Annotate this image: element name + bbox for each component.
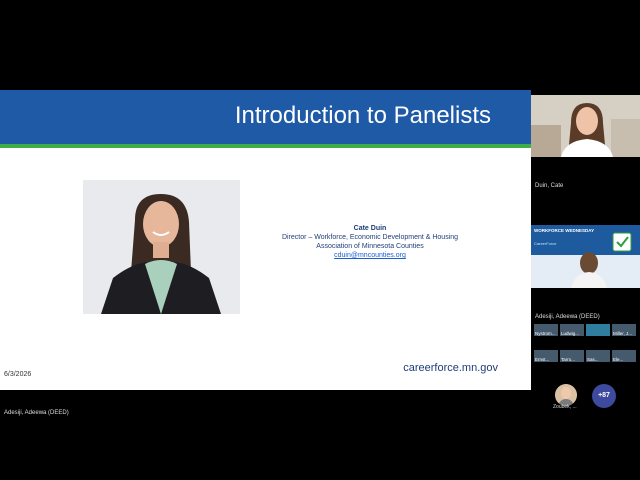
slide-title: Introduction to Panelists [234, 102, 491, 129]
participant-name-duin: Duin, Cate [535, 183, 564, 189]
avatar[interactable] [555, 384, 577, 406]
panelist-photo [83, 180, 240, 314]
grid-tile[interactable] [586, 324, 610, 336]
participant-sidebar: Duin, Cate WORKFORCE WEDNESDAY CareerFor… [531, 0, 640, 480]
panelist-email-link[interactable]: cduin@mncounties.org [262, 251, 478, 260]
participant-tile-adesiji[interactable]: WORKFORCE WEDNESDAY CareerForce [531, 225, 640, 288]
shared-slide: Introduction to Panelists Cate Duin Dire… [0, 90, 531, 390]
grid-tile[interactable]: Nystrom... [534, 324, 558, 336]
slide-divider [0, 144, 531, 148]
slide-date: 6/3/2026 [4, 371, 32, 378]
grid-tile-label: Miller, J... [613, 331, 633, 336]
grid-tile-label: Tarro... [561, 357, 576, 362]
slide-website: careerforce.mn.gov [403, 362, 498, 374]
grid-tile[interactable]: Miller, J... [612, 324, 636, 336]
presenter-label: Adesiji, Adeewa (DEED) [4, 410, 69, 416]
grid-tile-label: Nystrom... [535, 331, 556, 336]
panelist-name: Cate Duin [353, 225, 387, 232]
panelist-info: Cate Duin Director – Workforce, Economic… [262, 224, 478, 260]
grid-tile[interactable]: Ernst... [534, 350, 558, 362]
slide-header: Introduction to Panelists [0, 90, 531, 144]
grid-tile[interactable]: Tarro... [560, 350, 584, 362]
participant-tile-duin[interactable] [531, 95, 640, 157]
grid-tile-label: Ernst... [535, 357, 550, 362]
grid-tile[interactable]: Sas... [586, 350, 610, 362]
participant-name-adesiji: Adesiji, Adeewa (DEED) [535, 314, 600, 320]
grid-tile-label: Ele... [613, 357, 624, 362]
more-participants-button[interactable]: +87 [592, 384, 616, 408]
grid-tile-label: Ludwig... [561, 331, 580, 336]
grid-tile-label: Sas... [587, 357, 599, 362]
avatar-label: Zoubek, ... [553, 404, 577, 410]
panelist-organization: Association of Minnesota Counties [316, 243, 424, 250]
grid-tile[interactable]: Ele... [612, 350, 636, 362]
panelist-role: Director – Workforce, Economic Developme… [281, 234, 459, 241]
grid-tile[interactable]: Ludwig... [560, 324, 584, 336]
